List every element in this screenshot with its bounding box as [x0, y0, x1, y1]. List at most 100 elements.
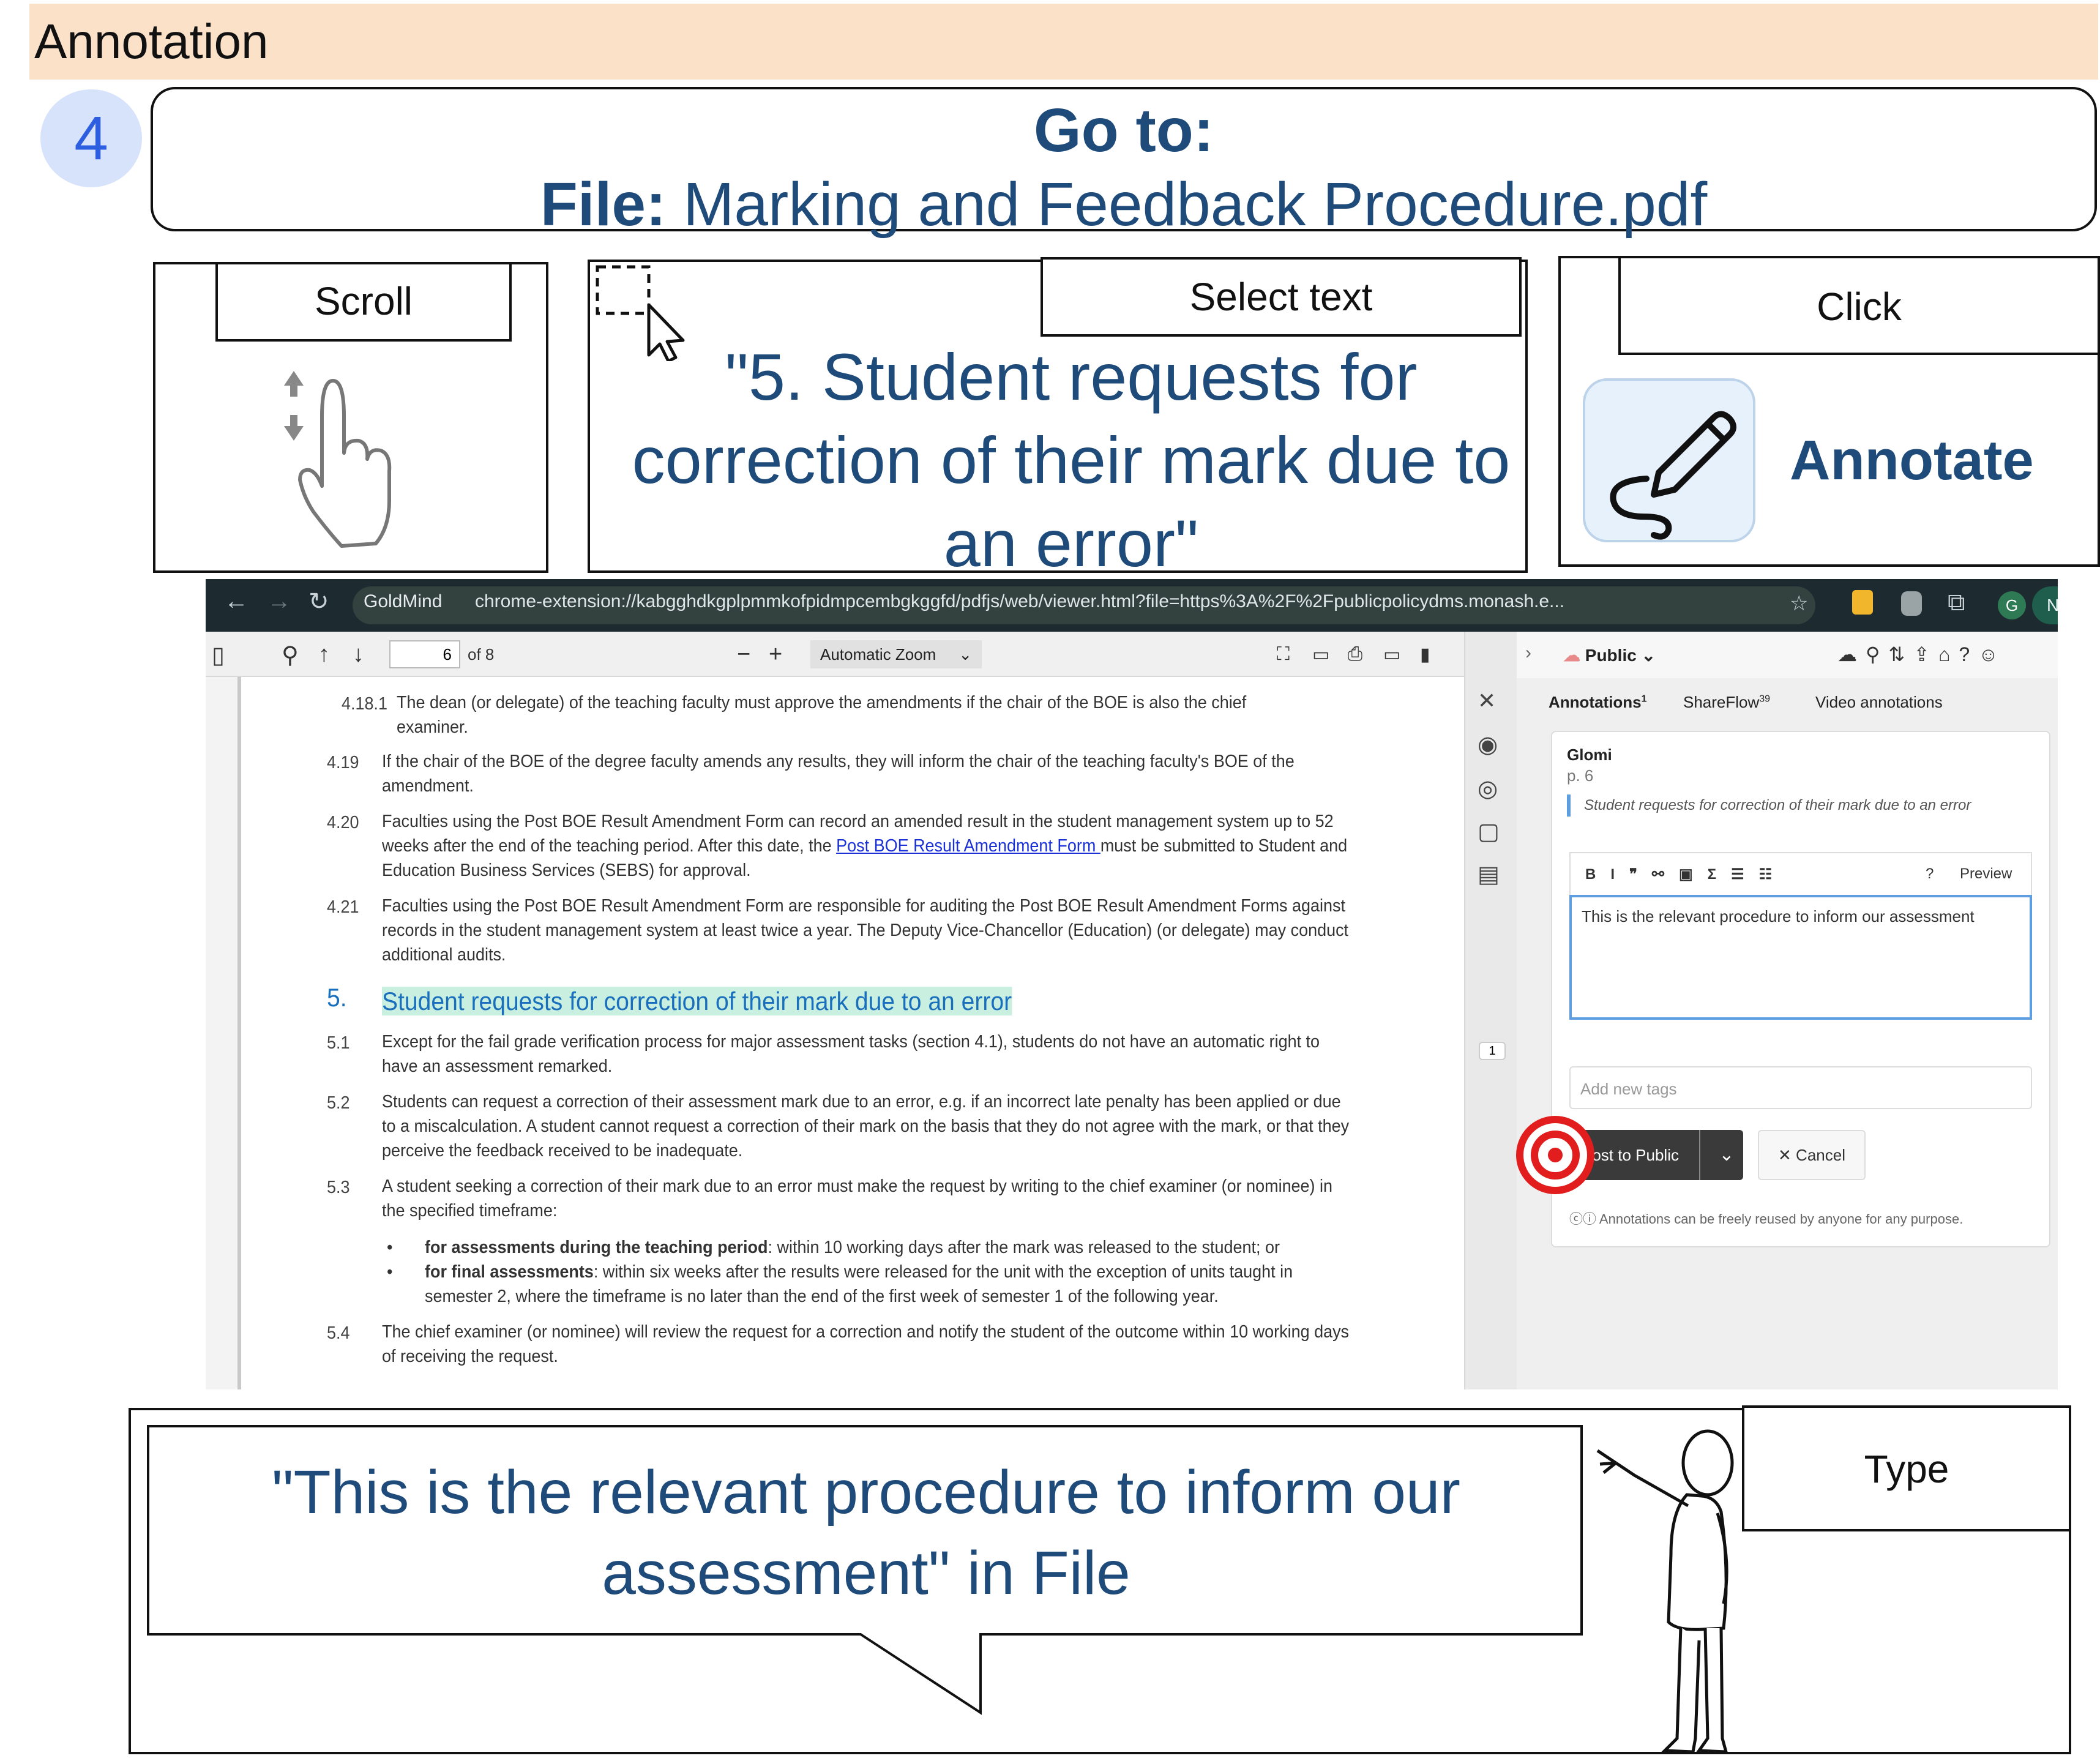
button-divider: [1699, 1130, 1700, 1180]
tab-video-annotations[interactable]: Video annotations: [1815, 693, 1943, 712]
note-icon[interactable]: ▢: [1478, 818, 1500, 845]
goto-file-label: File:: [540, 170, 667, 239]
forward-icon[interactable]: →: [267, 588, 291, 615]
bullet-rest: : within six weeks after the results wer…: [593, 1262, 1293, 1282]
annotation-page: p. 6: [1567, 766, 1594, 785]
puzzle-icon[interactable]: ⧉: [1948, 589, 1965, 616]
annotation-count-badge[interactable]: 1: [1479, 1042, 1506, 1060]
clause-text: Students can request a correction of the…: [382, 1092, 1341, 1112]
clause-text: Except for the fail grade verification p…: [382, 1032, 1320, 1052]
bullet: •: [387, 1262, 393, 1282]
clause-text: Education Business Services (SEBS) for a…: [382, 861, 751, 880]
prev-page-icon[interactable]: ↑: [318, 641, 330, 668]
bookmark-icon[interactable]: ▮: [1420, 644, 1430, 665]
editor-toolbar: BI❞⚯▣Σ☰☷ ? Preview: [1569, 852, 2032, 895]
open-file-icon[interactable]: ▭: [1312, 644, 1329, 665]
cancel-button[interactable]: ✕ Cancel: [1758, 1130, 1866, 1180]
zoom-value: Automatic Zoom: [820, 645, 936, 664]
annotation-user: Glomi: [1567, 746, 1612, 764]
tab-annotations[interactable]: Annotations1: [1549, 693, 1647, 712]
tab-shareflow[interactable]: ShareFlow39: [1683, 693, 1770, 712]
tab-label: Annotations: [1549, 693, 1642, 711]
clause-number: 4.20: [327, 813, 359, 832]
annotate-button-icon[interactable]: [1583, 378, 1755, 542]
clause-text: Faculties using the Post BOE Result Amen…: [382, 896, 1345, 916]
extension-icon[interactable]: [1852, 590, 1873, 615]
back-icon[interactable]: ←: [224, 588, 248, 615]
clause-text: A student seeking a correction of their …: [382, 1176, 1333, 1196]
annotate-pen-icon: [1610, 411, 1736, 540]
comments-icon[interactable]: ▤: [1478, 861, 1500, 888]
clause-text: The chief examiner (or nominee) will rev…: [382, 1322, 1350, 1342]
clause-number: 4.21: [327, 897, 359, 917]
presentation-icon[interactable]: ⛶: [1277, 644, 1290, 665]
bullet-text: for assessments during the teaching peri…: [425, 1235, 1280, 1260]
bullet: •: [387, 1238, 393, 1257]
section-title: Annotation: [34, 14, 269, 69]
url-text: chrome-extension://kabgghdkgplpmmkofpidm…: [475, 591, 1565, 611]
annotation-textarea[interactable]: This is the relevant procedure to inform…: [1569, 895, 2032, 1020]
clause-text: The dean (or delegate) of the teaching f…: [397, 693, 1247, 712]
tags-input[interactable]: Add new tags: [1569, 1066, 2032, 1109]
search-icon[interactable]: ⚲: [282, 641, 299, 669]
goto-file: File: Marking and Feedback Procedure.pdf: [153, 170, 2094, 240]
sidebar-toggle-icon[interactable]: ▯: [212, 641, 225, 669]
target-icon: [1516, 1116, 1594, 1194]
scroll-label: Scroll: [215, 262, 512, 342]
pdf-page: 4.18.1 The dean (or delegate) of the tea…: [237, 677, 1465, 1389]
avatar[interactable]: G: [1998, 591, 2026, 619]
clause-text: additional audits.: [382, 945, 506, 965]
cc-icon: ⓒⓘ: [1569, 1211, 1597, 1227]
chevron-down-icon: ⌄: [958, 645, 972, 664]
clause-text: weeks after the end of the teaching peri…: [382, 834, 1347, 858]
reload-icon[interactable]: ↻: [308, 588, 329, 616]
click-label: Click: [1618, 256, 2100, 355]
browser-screenshot: ← → ↻ GoldMind chrome-extension://kabggh…: [206, 579, 2058, 1389]
close-icon: ✕: [1778, 1146, 1792, 1164]
clause-text: perceive the feedback received to be ina…: [382, 1141, 743, 1161]
clause-text: have an assessment remarked.: [382, 1056, 613, 1076]
shield-icon[interactable]: [1901, 591, 1922, 616]
record-icon[interactable]: ◉: [1478, 731, 1498, 758]
section-number: 5.: [327, 983, 347, 1012]
page-number-input[interactable]: 6: [389, 640, 460, 668]
side-toolbar-icons[interactable]: ☁⚲⇅⇪⌂?☺: [1837, 643, 2007, 666]
format-icons[interactable]: BI❞⚯▣Σ☰☷: [1585, 866, 1787, 883]
zoom-in-icon[interactable]: +: [769, 641, 782, 668]
clause-text: the specified timeframe:: [382, 1201, 558, 1221]
zoom-select[interactable]: Automatic Zoom ⌄: [810, 640, 982, 668]
help-icon[interactable]: ?: [1926, 866, 1934, 883]
tab-label: ShareFlow: [1683, 693, 1760, 711]
section-heading[interactable]: Student requests for correction of their…: [382, 985, 1012, 1017]
mute-icon[interactable]: ✕: [1478, 688, 1496, 714]
license-note: ⓒⓘ Annotations can be freely reused by a…: [1569, 1208, 1963, 1228]
amendment-form-link[interactable]: Post BOE Result Amendment Form: [836, 836, 1100, 856]
download-icon[interactable]: ▭: [1383, 644, 1400, 665]
goto-file-name: Marking and Feedback Procedure.pdf: [683, 170, 1708, 239]
eye-icon[interactable]: ◎: [1478, 775, 1498, 802]
select-text-label: Select text: [1041, 257, 1522, 337]
bullet-text: semester 2, where the timeframe is no la…: [425, 1287, 1219, 1306]
star-icon[interactable]: ☆: [1790, 591, 1808, 616]
bullet-text: for final assessments: within six weeks …: [425, 1260, 1293, 1284]
print-icon[interactable]: ⎙: [1348, 644, 1362, 665]
clause-text: examiner.: [397, 717, 468, 737]
post-options-chevron-icon[interactable]: ⌄: [1710, 1130, 1743, 1180]
next-page-icon[interactable]: ↓: [353, 641, 364, 668]
preview-button[interactable]: Preview: [1960, 866, 2012, 883]
annotate-button-label: Annotate: [1790, 429, 2034, 492]
highlighted-selection[interactable]: Student requests for correction of their…: [382, 987, 1012, 1015]
tab-count: 1: [1641, 694, 1647, 705]
clause-number: 5.3: [327, 1178, 350, 1197]
update-badge[interactable]: New Chrome available: [2032, 586, 2058, 624]
pdf-toolbar: ▯ ⚲ ↑ ↓ 6 of 8 − + Automatic Zoom ⌄ ⛶ ▭ ⎙…: [206, 632, 1464, 677]
visibility-select[interactable]: ☁ Public ⌄: [1563, 645, 1656, 665]
goto-title: Go to:: [1033, 96, 1214, 165]
section-header: [29, 4, 2098, 80]
clause-text: records in the student management system…: [382, 921, 1349, 940]
clause-number: 5.2: [327, 1093, 350, 1113]
collapse-icon[interactable]: ›: [1525, 643, 1531, 664]
license-text: Annotations can be freely reused by anyo…: [1599, 1211, 1964, 1227]
pointing-person-illustration: [1596, 1429, 1734, 1754]
zoom-out-icon[interactable]: −: [737, 641, 750, 668]
